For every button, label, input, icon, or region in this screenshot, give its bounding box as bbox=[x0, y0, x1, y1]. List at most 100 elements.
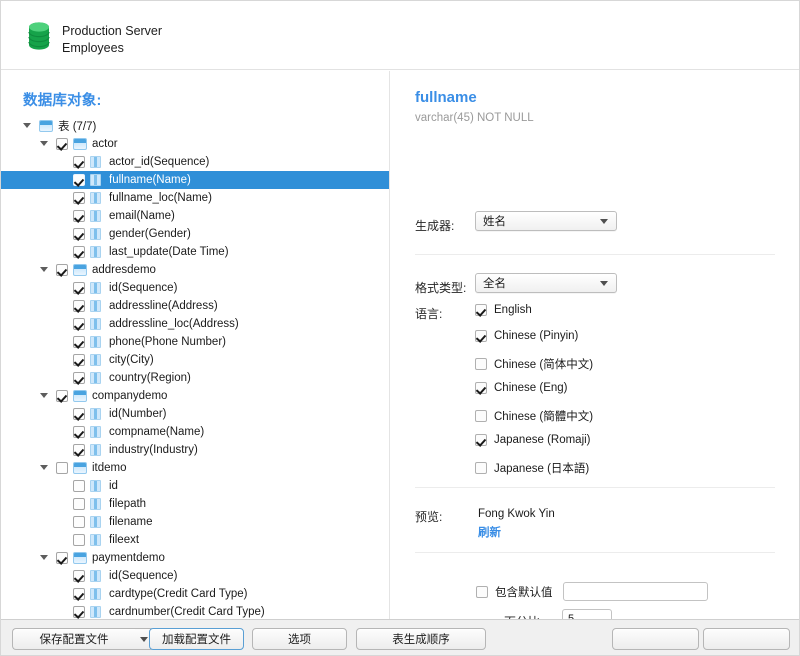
tree-item[interactable]: fileext bbox=[1, 531, 389, 549]
language-option[interactable]: Chinese (简体中文) bbox=[475, 356, 593, 372]
tree-item[interactable]: industry(Industry) bbox=[1, 441, 389, 459]
tree-item[interactable]: 表 (7/7) bbox=[1, 117, 389, 135]
tree-item-checkbox[interactable] bbox=[56, 390, 68, 402]
tree-item[interactable]: actor bbox=[1, 135, 389, 153]
tree-item-checkbox[interactable] bbox=[73, 426, 85, 438]
column-icon bbox=[90, 372, 101, 384]
tree-item[interactable]: filename bbox=[1, 513, 389, 531]
column-icon bbox=[90, 174, 101, 186]
tree-item-checkbox[interactable] bbox=[73, 336, 85, 348]
tree-item-checkbox[interactable] bbox=[73, 192, 85, 204]
tree-item-checkbox[interactable] bbox=[73, 228, 85, 240]
tree-item[interactable]: city(City) bbox=[1, 351, 389, 369]
database-objects-tree[interactable]: 表 (7/7) actor actor_id(Sequence) fullname(N… bbox=[1, 117, 389, 619]
include-default-value-checkbox[interactable]: 包含默认值 bbox=[476, 584, 553, 600]
tree-item-label: industry(Industry) bbox=[109, 444, 198, 456]
tree-item-label: id bbox=[109, 480, 118, 492]
tree-item[interactable]: id(Sequence) bbox=[1, 567, 389, 585]
column-icon bbox=[90, 408, 101, 420]
table-icon bbox=[73, 462, 87, 474]
tree-item-checkbox[interactable] bbox=[73, 156, 85, 168]
tree-item[interactable]: addressline(Address) bbox=[1, 297, 389, 315]
tree-item-checkbox[interactable] bbox=[73, 318, 85, 330]
language-option[interactable]: Chinese (Pinyin) bbox=[475, 330, 578, 342]
section-divider-2 bbox=[415, 487, 775, 488]
tree-item[interactable]: cardnumber(Credit Card Type) bbox=[1, 603, 389, 619]
tree-item[interactable]: gender(Gender) bbox=[1, 225, 389, 243]
tree-item-label: paymentdemo bbox=[92, 552, 165, 564]
default-value-input[interactable] bbox=[563, 582, 708, 601]
tree-item[interactable]: addressline_loc(Address) bbox=[1, 315, 389, 333]
tree-item[interactable]: companydemo bbox=[1, 387, 389, 405]
tree-item-checkbox[interactable] bbox=[73, 210, 85, 222]
tree-item-checkbox[interactable] bbox=[73, 408, 85, 420]
language-option[interactable]: Japanese (日本語) bbox=[475, 460, 589, 476]
tree-item-checkbox[interactable] bbox=[73, 570, 85, 582]
tree-item[interactable]: id(Number) bbox=[1, 405, 389, 423]
generator-select[interactable]: 姓名 bbox=[475, 211, 617, 231]
tree-item-checkbox[interactable] bbox=[56, 552, 68, 564]
options-button[interactable]: 选项 bbox=[252, 628, 347, 650]
chevron-down-icon bbox=[600, 219, 608, 224]
tree-item[interactable]: cardtype(Credit Card Type) bbox=[1, 585, 389, 603]
tree-item[interactable]: id(Sequence) bbox=[1, 279, 389, 297]
table-icon bbox=[73, 552, 87, 564]
tree-item[interactable]: id bbox=[1, 477, 389, 495]
tree-item-checkbox[interactable] bbox=[73, 174, 85, 186]
tree-item[interactable]: actor_id(Sequence) bbox=[1, 153, 389, 171]
preview-refresh-link[interactable]: 刷新 bbox=[478, 524, 501, 540]
language-option-label: Chinese (簡體中文) bbox=[494, 411, 594, 423]
tree-item[interactable]: compname(Name) bbox=[1, 423, 389, 441]
tree-item-checkbox[interactable] bbox=[73, 588, 85, 600]
tree-item[interactable]: phone(Phone Number) bbox=[1, 333, 389, 351]
checkbox-icon bbox=[475, 434, 487, 446]
expand-collapse-arrow-icon[interactable] bbox=[40, 393, 48, 398]
tree-item[interactable]: email(Name) bbox=[1, 207, 389, 225]
tree-item-checkbox[interactable] bbox=[73, 516, 85, 528]
tree-item-checkbox[interactable] bbox=[73, 282, 85, 294]
language-option[interactable]: Chinese (Eng) bbox=[475, 382, 568, 394]
database-name: Employees bbox=[62, 41, 124, 55]
tree-item-label: cardtype(Credit Card Type) bbox=[109, 588, 248, 600]
tree-item[interactable]: filepath bbox=[1, 495, 389, 513]
expand-collapse-arrow-icon[interactable] bbox=[40, 555, 48, 560]
tree-item-checkbox[interactable] bbox=[73, 444, 85, 456]
column-icon bbox=[90, 426, 101, 438]
tree-item-checkbox[interactable] bbox=[73, 498, 85, 510]
cancel-button[interactable] bbox=[703, 628, 790, 650]
tree-item-checkbox[interactable] bbox=[73, 480, 85, 492]
tree-item-checkbox[interactable] bbox=[73, 246, 85, 258]
tree-item-checkbox[interactable] bbox=[73, 354, 85, 366]
language-option[interactable]: Chinese (簡體中文) bbox=[475, 408, 593, 424]
tree-item[interactable]: fullname(Name) bbox=[1, 171, 389, 189]
expand-collapse-arrow-icon[interactable] bbox=[40, 141, 48, 146]
tree-item[interactable]: paymentdemo bbox=[1, 549, 389, 567]
tree-item[interactable]: last_update(Date Time) bbox=[1, 243, 389, 261]
field-name-title: fullname bbox=[415, 89, 477, 106]
tree-item-checkbox[interactable] bbox=[56, 462, 68, 474]
confirm-button[interactable] bbox=[612, 628, 699, 650]
column-icon bbox=[90, 534, 101, 546]
tree-item[interactable]: country(Region) bbox=[1, 369, 389, 387]
load-profile-button[interactable]: 加载配置文件 bbox=[149, 628, 244, 650]
tree-item[interactable]: fullname_loc(Name) bbox=[1, 189, 389, 207]
dialog-header: Production Server Employees bbox=[1, 1, 799, 70]
tree-item-checkbox[interactable] bbox=[73, 606, 85, 618]
table-generation-order-button[interactable]: 表生成顺序 bbox=[356, 628, 486, 650]
language-option[interactable]: Japanese (Romaji) bbox=[475, 434, 591, 446]
expand-collapse-arrow-icon[interactable] bbox=[23, 123, 31, 128]
save-profile-button[interactable]: 保存配置文件 bbox=[12, 628, 135, 650]
format-type-select[interactable]: 全名 bbox=[475, 273, 617, 293]
tree-item-checkbox[interactable] bbox=[73, 534, 85, 546]
tree-item-checkbox[interactable] bbox=[56, 138, 68, 150]
tree-item-checkbox[interactable] bbox=[56, 264, 68, 276]
preview-label: 预览: bbox=[415, 510, 443, 524]
expand-collapse-arrow-icon[interactable] bbox=[40, 465, 48, 470]
tree-item[interactable]: itdemo bbox=[1, 459, 389, 477]
tree-item[interactable]: addresdemo bbox=[1, 261, 389, 279]
tree-item-checkbox[interactable] bbox=[73, 372, 85, 384]
tree-item-checkbox[interactable] bbox=[73, 300, 85, 312]
language-option[interactable]: English bbox=[475, 304, 532, 316]
tree-item-label: email(Name) bbox=[109, 210, 175, 222]
expand-collapse-arrow-icon[interactable] bbox=[40, 267, 48, 272]
